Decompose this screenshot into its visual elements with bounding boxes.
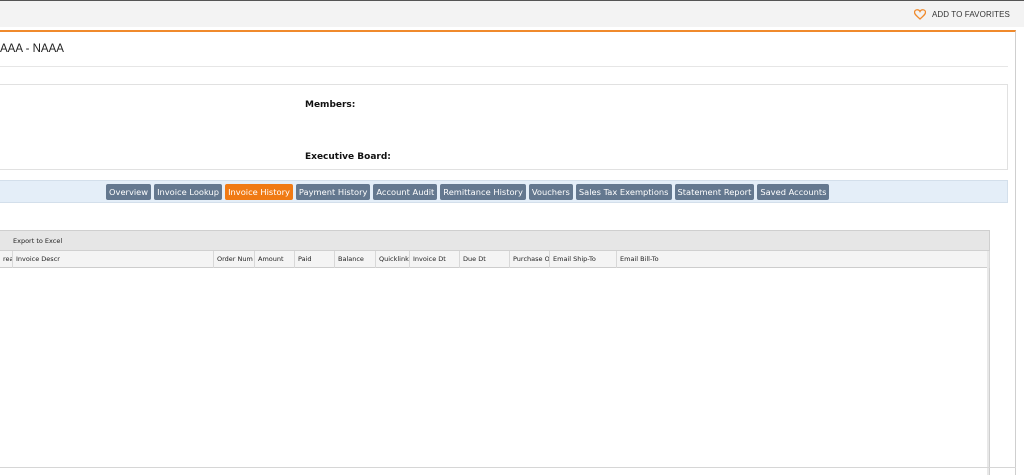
members-label: Members: (305, 100, 356, 110)
tab-bar: Overview Invoice Lookup Invoice History Pay… (0, 180, 1008, 203)
tab-invoice-history[interactable]: Invoice History (225, 184, 293, 200)
grid-toolbar: Export to Excel (0, 231, 989, 251)
column-header-balance[interactable]: Balance (335, 251, 376, 268)
bottom-divider (0, 467, 1016, 468)
tab-saved-accounts[interactable]: Saved Accounts (757, 184, 830, 200)
tab-remittance-history[interactable]: Remittance History (440, 184, 526, 200)
grid-scrollbar[interactable] (987, 251, 989, 475)
export-to-excel-button[interactable]: Export to Excel (13, 237, 62, 245)
grid-body (0, 268, 989, 474)
tab-vouchers[interactable]: Vouchers (528, 184, 573, 200)
tab-payment-history[interactable]: Payment History (295, 184, 371, 200)
column-header-purchase-o[interactable]: Purchase O (510, 251, 550, 268)
column-header-quicklink[interactable]: Quicklink (376, 251, 410, 268)
tab-statement-report[interactable]: Statement Report (674, 184, 755, 200)
executive-board-label: Executive Board: (305, 152, 391, 162)
title-divider (0, 66, 1008, 67)
tab-invoice-lookup[interactable]: Invoice Lookup (154, 184, 223, 200)
column-header-email-bill-to[interactable]: Email Bill-To (617, 251, 990, 268)
tab-list: Overview Invoice Lookup Invoice History Pay… (106, 184, 830, 200)
column-header-rea[interactable]: rea (0, 251, 13, 268)
top-bar: ADD TO FAVORITES (0, 0, 1024, 27)
tab-account-audit[interactable]: Account Audit (373, 184, 438, 200)
column-header-invoice-descr[interactable]: Invoice Descr (13, 251, 214, 268)
column-header-email-ship-to[interactable]: Email Ship-To (550, 251, 617, 268)
column-header-order-num[interactable]: Order Num (214, 251, 255, 268)
column-header-amount[interactable]: Amount (255, 251, 295, 268)
grid-header-row: rea Invoice Descr Order Num Amount Paid Balan… (0, 251, 990, 268)
tab-overview[interactable]: Overview (106, 184, 152, 200)
invoice-history-grid: Export to Excel rea Invoice Descr Order Nu… (0, 230, 990, 475)
main-panel: AAA - NAAA Members: Executive Board: Ove… (0, 30, 1016, 475)
account-info-box: Members: Executive Board: (0, 84, 1008, 170)
tab-sales-tax-exemptions[interactable]: Sales Tax Exemptions (575, 184, 672, 200)
heart-icon (913, 9, 926, 20)
column-header-paid[interactable]: Paid (295, 251, 335, 268)
add-to-favorites-label: ADD TO FAVORITES (931, 10, 1010, 19)
add-to-favorites-button[interactable]: ADD TO FAVORITES (913, 9, 1010, 20)
page-title: AAA - NAAA (0, 43, 64, 55)
column-header-invoice-dt[interactable]: Invoice Dt (410, 251, 460, 268)
column-header-due-dt[interactable]: Due Dt (460, 251, 510, 268)
